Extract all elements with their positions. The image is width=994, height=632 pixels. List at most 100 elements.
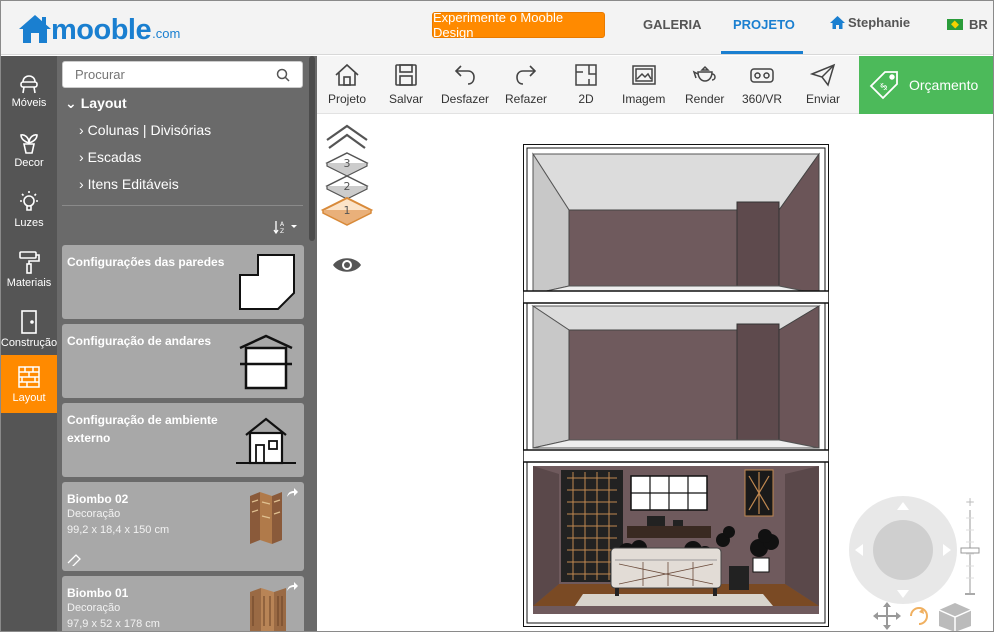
search-icon[interactable] [276,68,290,82]
tree-item-label: Colunas | Divisórias [87,122,212,138]
house-icon [236,417,296,465]
card-biombo-01[interactable]: Biombo 01 Decoração 97,9 x 52 x 178 cm [62,576,304,631]
floors-icon [239,334,293,390]
floor-3-button[interactable]: 3 [325,152,369,177]
tool-label: Salvar [389,92,424,106]
tree-item-editaveis[interactable]: › Itens Editáveis [79,175,211,193]
card-floor-config[interactable]: Configuração de andares [62,324,304,398]
move-icon[interactable] [873,602,901,630]
floor-3-room [532,152,820,295]
eye-icon[interactable] [331,254,363,276]
rail-item-luzes[interactable]: Luzes [1,180,57,238]
tree-root-layout[interactable]: ⌄ Layout [65,94,211,112]
zoom-slider[interactable]: + [959,498,981,598]
image-icon [631,65,656,85]
house-icon [335,63,359,86]
sort-button[interactable]: A Z [273,219,301,235]
folding-screen-thumbnail [250,588,286,631]
card-category: Decoração [67,508,121,520]
nav-active-underline [721,51,803,54]
tree-item-label: Escadas [87,149,142,165]
floor-1-button[interactable]: 1 [320,196,374,226]
folding-screen-thumbnail [250,492,282,544]
price-tag-icon: $ [869,71,898,100]
nav-galeria[interactable]: GALERIA [643,17,702,32]
tool-label: Render [685,92,725,106]
card-category: Decoração [67,602,121,614]
undo-icon [454,65,475,85]
tree-item-escadas[interactable]: › Escadas [79,148,211,166]
card-biombo-02[interactable]: Biombo 02 Decoração 99,2 x 18,4 x 150 cm [62,482,304,571]
rail-item-decor[interactable]: Decor [1,120,57,178]
render-button[interactable]: Render [685,62,724,106]
rotate-icon[interactable] [910,607,928,625]
card-title: Configuração de andares [67,334,212,348]
language-selector[interactable]: BR [947,17,988,32]
orcamento-label: Orçamento [909,77,979,93]
tree-item-colunas[interactable]: › Colunas | Divisórias [79,121,211,139]
svg-text:Z: Z [280,228,284,235]
try-mooble-design-button[interactable]: Experimente o Mooble Design [432,10,605,40]
projeto-button[interactable]: Projeto [328,62,366,106]
refazer-button[interactable]: Refazer [505,62,547,106]
tool-label: Desfazer [441,92,490,106]
share-icon[interactable] [286,582,298,592]
user-name: Stephanie [848,15,911,30]
card-title: Configurações das paredes [67,255,225,269]
category-rail: Móveis Decor Luzes Materiais Construção [1,56,57,631]
rail-item-layout[interactable]: Layout [1,355,57,413]
imagem-button[interactable]: Imagem [622,62,665,106]
nav-projeto[interactable]: PROJETO [733,17,795,32]
vr-button[interactable]: 360/VR [742,62,782,106]
floor-1-label: 1 [344,204,351,217]
camera-navigation-pad[interactable] [847,494,959,606]
door-icon [21,310,37,334]
tree-root-label: Layout [80,95,127,111]
tree-item-label: Itens Editáveis [87,176,179,192]
salvar-button[interactable]: Salvar [389,62,423,106]
send-icon [810,63,836,87]
category-tree: ⌄ Layout › Colunas | Divisórias › Escada… [65,94,211,193]
sort-az-icon: A Z [273,221,297,235]
cube-view-icon[interactable] [938,603,972,632]
enviar-button[interactable]: Enviar [806,62,840,106]
floor-up-chevron-icon[interactable] [326,124,368,149]
3d-canvas[interactable]: 3 2 1 + [317,114,993,632]
language-label: BR [969,17,988,32]
tool-label: Refazer [505,92,548,106]
chevron-right-icon: › [79,149,84,165]
building-3d-view [523,144,829,627]
floor-2-button[interactable]: 2 [325,175,369,200]
floor-3-label: 3 [344,157,351,170]
rail-label: Materiais [6,277,52,289]
rail-item-moveis[interactable]: Móveis [1,60,57,118]
rail-label: Luzes [14,217,44,229]
card-wall-config[interactable]: Configurações das paredes [62,245,304,319]
chair-icon [20,75,38,94]
view-tools [873,602,972,632]
card-title: Biombo 02 [67,492,129,506]
wall-icon [18,366,40,388]
share-icon[interactable] [286,488,298,498]
logo[interactable]: mooble .com [17,9,180,45]
layout-panel: ⌄ Layout › Colunas | Divisórias › Escada… [57,56,317,631]
tool-label: Enviar [806,92,841,106]
orcamento-button[interactable]: $ Orçamento [859,56,993,114]
vr-goggles-icon [750,68,774,83]
card-external-config[interactable]: Configuração de ambiente externo [62,403,304,477]
user-menu[interactable]: Stephanie [829,15,910,30]
svg-text:A: A [280,221,285,228]
toolbar: Projeto Salvar Desfazer Refazer 2D Image… [317,56,859,114]
measure-icon[interactable] [67,554,81,566]
app-window: mooble .com Experimente o Mooble Design … [0,0,994,632]
floor-2-room [531,305,821,449]
2d-button[interactable]: 2D [573,62,599,106]
panel-scrollbar[interactable] [309,56,315,241]
rail-item-materiais[interactable]: Materiais [1,240,57,298]
rail-item-construcao[interactable]: Construção [1,300,57,358]
logo-word: mooble [51,14,152,46]
plant-icon [20,134,38,154]
search-input[interactable] [63,62,263,87]
desfazer-button[interactable]: Desfazer [441,62,489,106]
item-cards: Configurações das paredes Configuração d… [62,245,304,631]
